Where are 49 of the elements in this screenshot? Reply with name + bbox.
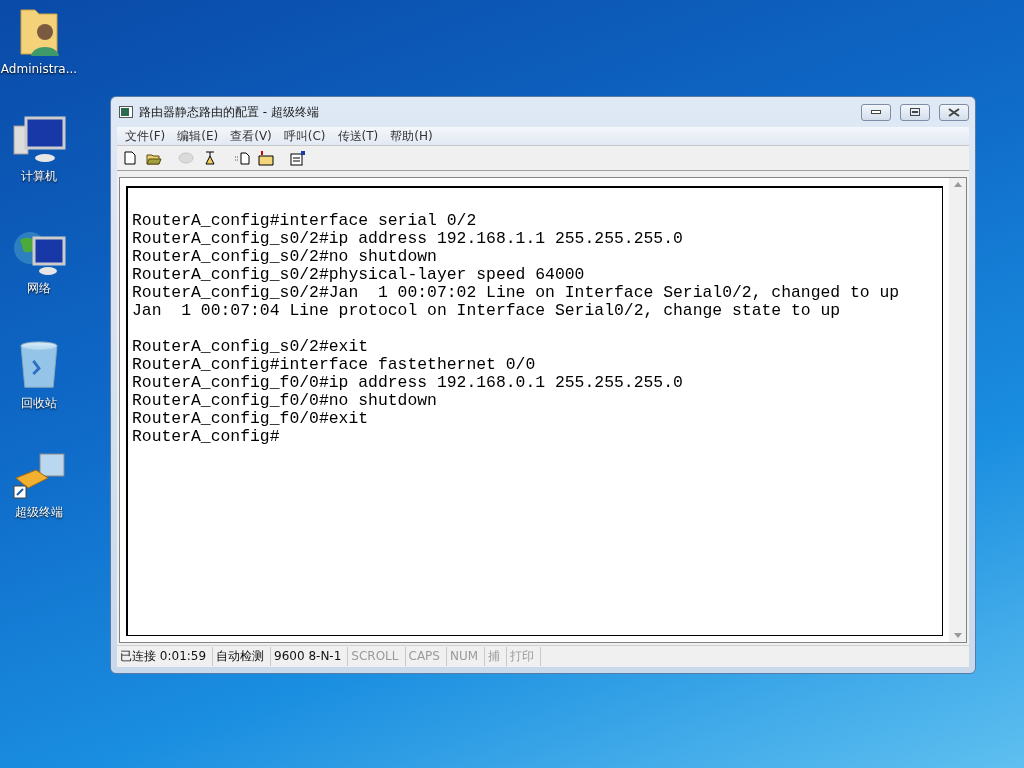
terminal-line: RouterA_config_f0/0#no shutdown [132,392,438,410]
terminal-line: RouterA_config_f0/0#ip address 192.168.0.1 255.255.255.0 [132,374,684,392]
terminal-line: RouterA_config_s0/2#exit [132,338,370,356]
desktop-icon-label[interactable]: 回收站 [21,395,57,412]
maximize-icon [910,108,920,116]
terminal-line: RouterA_config_f0/0#exit [132,410,370,428]
menu-item[interactable]: 呼叫(C) [277,127,332,145]
window-title: 路由器静态路由的配置 - 超级终端 [139,103,320,121]
menu-item[interactable]: 文件(F) [119,127,172,145]
menu-item[interactable]: 查看(V) [224,127,278,145]
phone-terminal-icon [12,452,66,500]
terminal-line: RouterA_config# [132,428,281,446]
desktop-icon-label[interactable]: Administra... [0,62,78,76]
desktop-icon-label[interactable]: 网络 [27,280,51,297]
menu-item[interactable]: 传送(T) [331,127,385,145]
status-field: NUM [446,647,486,666]
app-icon [119,106,133,118]
new-file-icon [124,151,136,165]
recycle-bin-icon [17,340,61,391]
terminal-line: RouterA_config_s0/2#physical-layer speed 64000 [132,266,586,284]
send-file-icon [234,151,250,165]
receive-folder-icon [258,150,274,166]
status-field: 捕 [485,647,508,666]
computer-icon [12,116,66,164]
menu-item[interactable]: 帮助(H) [384,127,439,145]
terminal-line: RouterA_config_s0/2#ip address 192.168.1.1 255.255.255.0 [132,230,684,248]
status-field: CAPS [405,647,447,666]
toolbar-button[interactable] [257,149,275,167]
minimize-icon [871,110,881,114]
status-field: 自动检测 [213,647,272,666]
open-folder-icon [146,151,162,165]
desktop-icon-label[interactable]: 超级终端 [15,504,63,521]
close-button[interactable] [939,103,969,121]
properties-icon [290,150,306,166]
terminal-line: RouterA_config#interface fastethernet 0/0 [132,356,537,374]
maximize-button[interactable] [900,103,930,121]
terminal-line: RouterA_config#interface serial 0/2 [132,212,478,230]
status-field: 已连接 0:01:59 [117,647,214,666]
status-field: 打印 [507,647,542,666]
close-icon [948,107,960,117]
menu-item[interactable]: 编辑(E) [171,127,225,145]
status-field: 9600 8-N-1 [271,647,349,666]
minimize-button[interactable] [861,103,891,121]
terminal-line: RouterA_config_s0/2#Jan 1 00:07:02 Line on Interface Serial0/2, changed to up [132,284,901,302]
desktop-icon-label[interactable]: 计算机 [21,168,57,185]
toolbar-button[interactable] [289,149,307,167]
terminal-line: Jan 1 00:07:04 Line protocol on Interface Serial0/2, change state to up [132,302,842,320]
status-field: SCROLL [348,647,406,666]
terminal-line: RouterA_config_s0/2#no shutdown [132,248,438,266]
